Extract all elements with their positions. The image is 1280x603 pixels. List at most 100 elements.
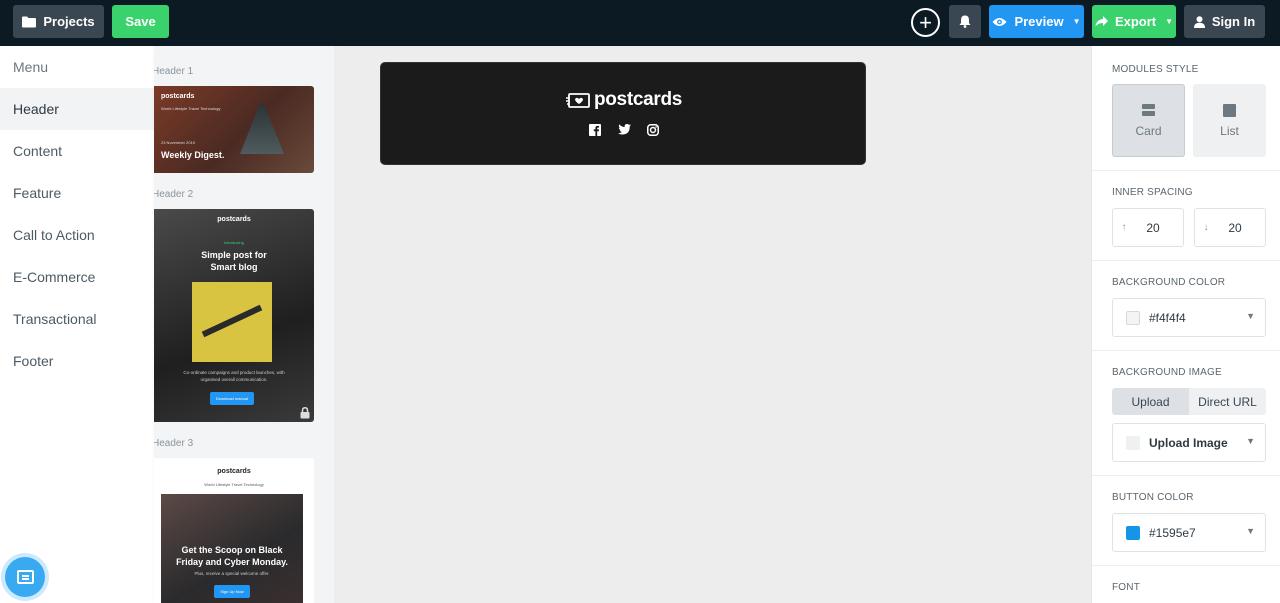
sign-in-label: Sign In <box>1211 14 1256 29</box>
style-list-option[interactable]: List <box>1193 84 1266 157</box>
background-color-picker[interactable]: #f4f4f4 ▼ <box>1112 298 1266 337</box>
menu-item-feature[interactable]: Feature <box>0 172 154 214</box>
menu-item-e-commerce[interactable]: E-Commerce <box>0 256 154 298</box>
bell-icon <box>959 15 971 28</box>
header-2-thumbnail[interactable]: postcards Introducing Simple post for Sm… <box>154 209 314 422</box>
section-title: BACKGROUND IMAGE <box>1112 367 1222 378</box>
thumb-logo: postcards <box>161 93 195 100</box>
user-icon <box>1193 15 1205 28</box>
projects-label: Projects <box>43 14 95 29</box>
barbed-wire-image <box>192 282 272 362</box>
chat-support-button[interactable] <box>5 557 45 597</box>
thumb-nav: World Lifestyle Travel Technology <box>204 482 264 487</box>
menu-item-call-to-action[interactable]: Call to Action <box>0 214 154 256</box>
chevron-down-icon: ▼ <box>1246 436 1255 446</box>
projects-button[interactable]: Projects <box>13 5 104 38</box>
list-icon <box>1223 103 1236 117</box>
postcards-logo-text: postcards <box>593 89 683 110</box>
thumb-title: Weekly Digest. <box>161 150 225 160</box>
save-button[interactable]: Save <box>112 5 169 38</box>
menu-item-header[interactable]: Header <box>0 88 154 130</box>
button-color-value: #1595e7 <box>1149 525 1196 540</box>
style-list-label: List <box>1220 123 1239 138</box>
folder-icon <box>22 16 37 27</box>
header-3-thumbnail[interactable]: postcards World Lifestyle Travel Technol… <box>154 458 314 603</box>
thumb-logo: postcards <box>217 216 251 223</box>
spacing-bottom-value: 20 <box>1228 220 1242 235</box>
arrow-up-icon: ↑ <box>1121 222 1127 233</box>
section-title: BACKGROUND COLOR <box>1112 277 1226 288</box>
preview-label: Preview <box>1014 14 1064 29</box>
thumb-title-line: Get the Scoop on Black <box>181 545 283 555</box>
spacing-top-input[interactable]: ↑ 20 <box>1112 208 1184 247</box>
editor-canvas: postcards <box>334 46 1091 603</box>
thumb-title-line: Friday and Cyber Monday. <box>176 557 288 567</box>
thumb-description: Co-ordinate campaigns and product launch… <box>183 370 285 382</box>
module-category-menu: Menu Header Content Feature Call to Acti… <box>0 46 154 603</box>
export-button[interactable]: Export ▼ <box>1092 5 1176 38</box>
social-links <box>381 123 867 136</box>
menu-item-transactional[interactable]: Transactional <box>0 298 154 340</box>
preview-button[interactable]: Preview ▼ <box>989 5 1084 38</box>
settings-panel: MODULES STYLE Card List INNER SPACING ↑ … <box>1091 46 1280 603</box>
facebook-icon[interactable] <box>589 123 602 136</box>
add-button[interactable]: + <box>911 8 940 37</box>
color-swatch <box>1126 310 1140 325</box>
caret-down-icon: ▼ <box>1165 17 1174 26</box>
thumb-logo: postcards <box>217 468 251 475</box>
eye-icon <box>992 17 1007 26</box>
thumb-subtitle: Plus, receive a special welcome offer. <box>194 571 270 576</box>
postcards-logo: postcards <box>381 89 867 111</box>
modules-style-section: MODULES STYLE Card List <box>1092 46 1280 171</box>
chat-icon <box>16 570 34 584</box>
notifications-button[interactable] <box>949 5 981 38</box>
twitter-icon[interactable] <box>617 123 631 136</box>
caret-down-icon: ▼ <box>1072 17 1081 26</box>
image-placeholder-swatch <box>1126 435 1140 450</box>
direct-url-tab[interactable]: Direct URL <box>1189 388 1266 415</box>
style-card-option[interactable]: Card <box>1112 84 1185 157</box>
postcards-logo-icon <box>565 92 590 108</box>
instagram-icon[interactable] <box>647 123 660 136</box>
section-title: MODULES STYLE <box>1112 64 1199 75</box>
button-color-picker[interactable]: #1595e7 ▼ <box>1112 513 1266 552</box>
font-section-title: FONT <box>1112 582 1141 593</box>
top-toolbar: Projects Save + Preview ▼ Export ▼ Sign … <box>0 0 1280 46</box>
card-icon <box>1142 103 1155 117</box>
thumb-title-line: Smart blog <box>210 262 258 272</box>
background-color-value: #f4f4f4 <box>1149 310 1186 325</box>
save-label: Save <box>125 14 156 29</box>
menu-item-menu[interactable]: Menu <box>0 46 154 88</box>
style-card-label: Card <box>1135 123 1162 138</box>
lock-icon <box>300 407 310 422</box>
thumb-button: Download manual <box>210 392 254 405</box>
lamp-image <box>240 104 284 154</box>
sign-in-button[interactable]: Sign In <box>1184 5 1265 38</box>
color-swatch <box>1126 525 1140 540</box>
thumbnail-label: Header 3 <box>154 438 194 449</box>
thumb-button: Sign Up Now <box>214 585 250 598</box>
upload-image-dropdown[interactable]: Upload Image ▼ <box>1112 423 1266 462</box>
module-thumbnails-panel: Header 1 postcards World Lifestyle Trave… <box>154 46 334 603</box>
thumb-date: 23 November 2019 <box>161 140 196 145</box>
thumb-hero-image: Get the Scoop on Black Friday and Cyber … <box>161 494 303 603</box>
chevron-down-icon: ▼ <box>1246 526 1255 536</box>
upload-image-label: Upload Image <box>1149 435 1228 450</box>
menu-item-footer[interactable]: Footer <box>0 340 154 382</box>
header-1-thumbnail[interactable]: postcards World Lifestyle Travel Technol… <box>154 86 314 173</box>
section-title: BUTTON COLOR <box>1112 492 1194 503</box>
thumbnail-label: Header 1 <box>154 66 194 77</box>
menu-item-content[interactable]: Content <box>0 130 154 172</box>
thumb-title-line: Simple post for <box>201 250 267 260</box>
spacing-top-value: 20 <box>1146 220 1160 235</box>
plus-icon: + <box>919 9 932 35</box>
thumb-title: Get the Scoop on Black Friday and Cyber … <box>161 544 303 568</box>
header-module[interactable]: postcards <box>380 62 866 165</box>
arrow-down-icon: ↓ <box>1203 222 1209 233</box>
export-label: Export <box>1114 14 1157 29</box>
thumb-intro: Introducing <box>224 240 244 245</box>
share-arrow-icon <box>1095 16 1108 27</box>
upload-tab[interactable]: Upload <box>1112 388 1189 415</box>
spacing-bottom-input[interactable]: ↓ 20 <box>1194 208 1266 247</box>
section-title: INNER SPACING <box>1112 187 1193 198</box>
